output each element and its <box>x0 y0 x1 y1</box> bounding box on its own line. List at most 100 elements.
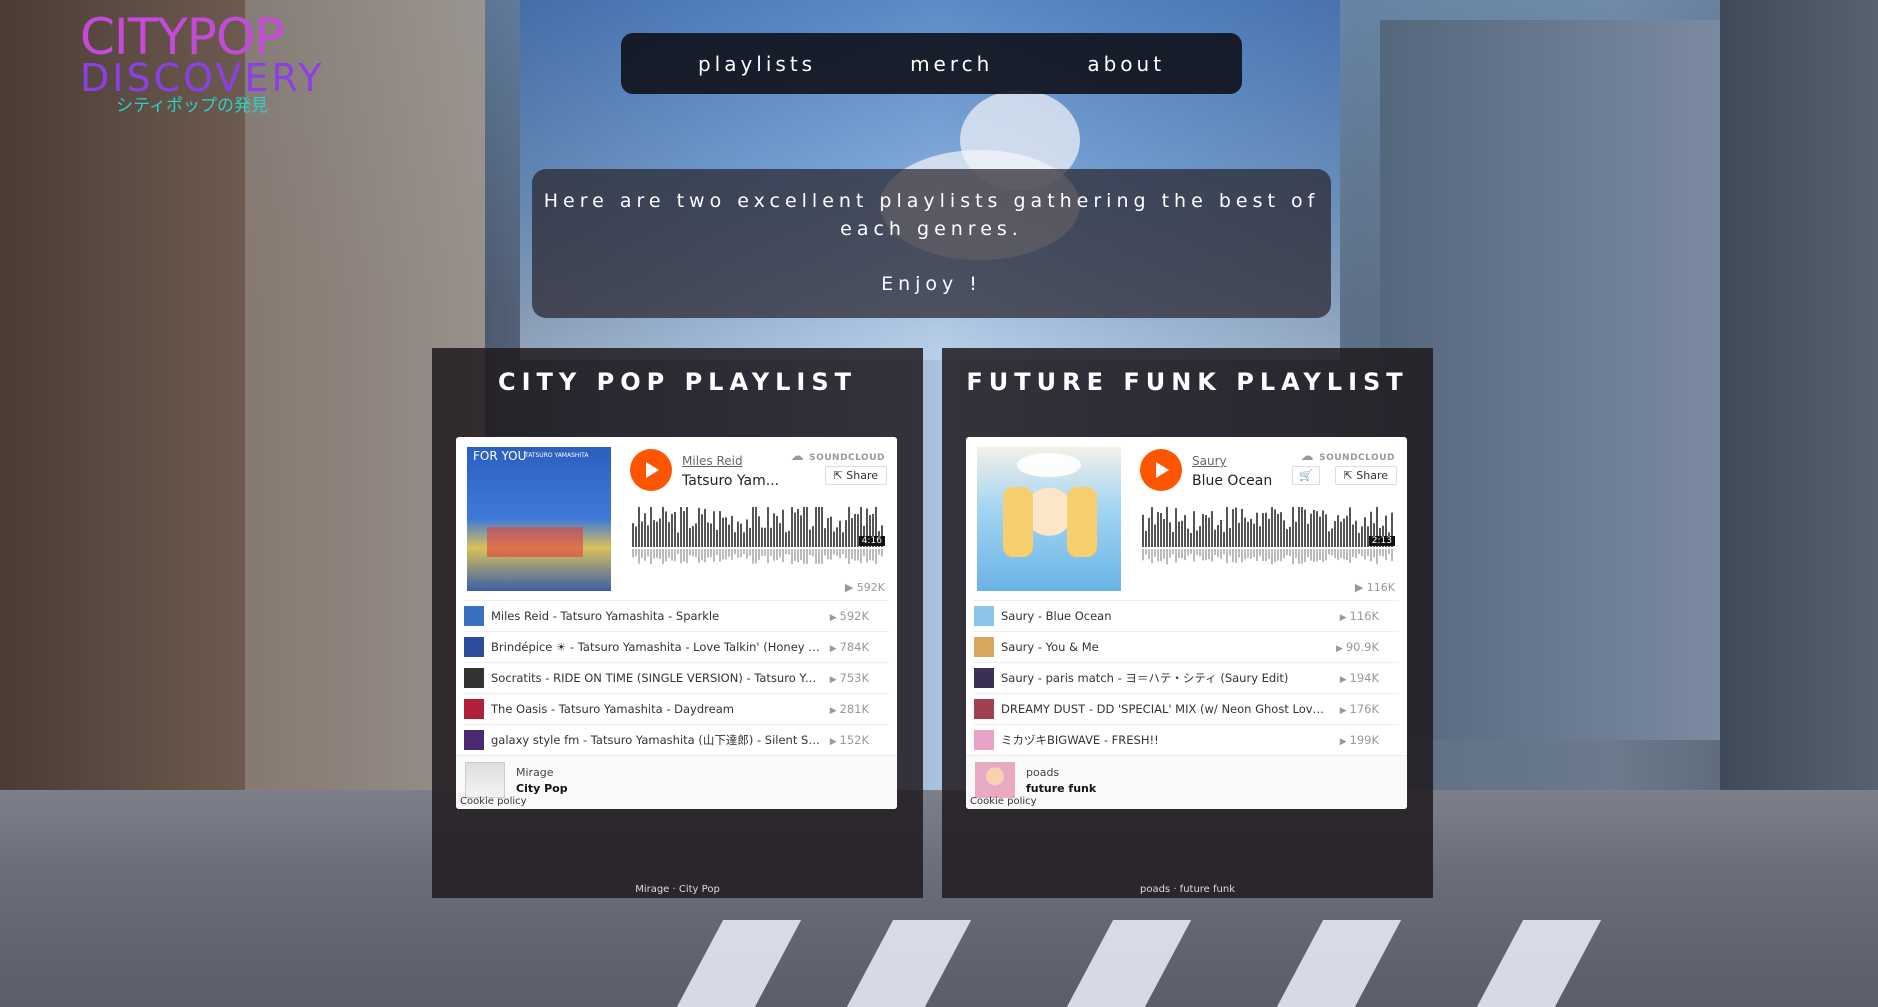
track-row-plays: 753K <box>830 671 870 685</box>
waveform-reflection <box>1301 549 1303 564</box>
waveform-reflection <box>1142 549 1144 561</box>
waveform-bar <box>800 515 802 547</box>
waveform-bar <box>725 517 727 547</box>
track-thumbnail <box>974 606 994 626</box>
waveform-reflection <box>1214 549 1216 556</box>
cart-icon: 🛒 <box>1299 469 1313 482</box>
waveform-reflection <box>1337 549 1339 561</box>
waveform-reflection <box>866 549 868 563</box>
waveform-reflection <box>1208 549 1210 560</box>
panel-footer[interactable]: poads · future funk <box>942 884 1433 898</box>
user-name[interactable]: poads <box>1026 766 1059 779</box>
track-row[interactable]: Saury - You & Me 90.9K <box>974 631 1399 662</box>
waveform-bar <box>788 530 790 547</box>
track-thumbnail <box>974 637 994 657</box>
waveform-reflection <box>854 549 856 561</box>
waveform-bar <box>752 507 754 547</box>
waveform-bar <box>1322 510 1324 547</box>
waveform-bar <box>668 522 670 547</box>
album-art[interactable]: FOR YOU TATSURO YAMASHITA <box>467 447 611 591</box>
track-artist-link[interactable]: Saury <box>1192 454 1227 468</box>
track-row-plays: 281K <box>830 702 870 716</box>
waveform-bar <box>656 521 658 547</box>
waveform-bar <box>1250 518 1252 547</box>
waveform-reflection <box>1145 549 1147 555</box>
track-row[interactable]: DREAMY DUST - DD 'SPECIAL' MIX (w/ Neon … <box>974 693 1399 724</box>
avatar[interactable] <box>975 762 1015 798</box>
waveform-reflection <box>797 549 799 563</box>
soundcloud-logo[interactable]: SOUNDCLOUD <box>1301 449 1395 464</box>
waveform-reflection <box>683 549 685 562</box>
track-play-count: ▶ 592K <box>844 581 885 594</box>
waveform-reflection <box>1307 549 1309 558</box>
waveform-reflection <box>1169 549 1171 558</box>
album-art[interactable] <box>977 447 1121 591</box>
waveform-bar <box>737 521 739 547</box>
avatar[interactable] <box>465 762 505 798</box>
waveform-bar <box>1301 507 1303 547</box>
site-logo[interactable]: CITYPOP DISCOVERY シティポップの発見 <box>80 12 322 116</box>
waveform-reflection <box>719 549 721 562</box>
waveform-bar <box>1361 526 1363 547</box>
track-row[interactable]: Brindépice ☀ - Tatsuro Yamashita - Love … <box>464 631 889 662</box>
nav-merch[interactable]: merch <box>910 52 993 76</box>
waveform-bar <box>1259 526 1261 547</box>
buy-button[interactable]: 🛒 <box>1292 466 1320 485</box>
play-button[interactable] <box>1140 449 1182 491</box>
track-row[interactable]: Saury - paris match - ヨ＝ハテ・シティ (Saury Ed… <box>974 662 1399 693</box>
waveform-reflection <box>1334 549 1336 559</box>
playlist-name[interactable]: City Pop <box>516 782 568 795</box>
waveform-reflection <box>686 549 688 563</box>
waveform-bar <box>1313 510 1315 547</box>
track-thumbnail <box>464 699 484 719</box>
waveform-bar <box>1181 520 1183 547</box>
waveform-reflection <box>1277 549 1279 561</box>
waveform-reflection <box>704 549 706 563</box>
waveform-reflection <box>743 549 745 555</box>
waveform-reflection <box>1265 549 1267 562</box>
waveform-bar <box>1232 509 1234 547</box>
share-button[interactable]: ⇱ Share <box>1334 466 1397 485</box>
waveform-bar <box>659 518 661 547</box>
play-count-icon: ▶ <box>844 581 857 594</box>
waveform-reflection <box>767 549 769 564</box>
playlist-name[interactable]: future funk <box>1026 782 1096 795</box>
track-row-title: DREAMY DUST - DD 'SPECIAL' MIX (w/ Neon … <box>1001 702 1331 716</box>
track-artist-link[interactable]: Miles Reid <box>682 454 743 468</box>
waveform-reflection <box>800 549 802 561</box>
share-button[interactable]: ⇱ Share <box>824 466 887 485</box>
waveform-bar <box>827 518 829 547</box>
waveform-bar <box>1175 508 1177 547</box>
waveform-bar <box>1292 507 1294 547</box>
track-row[interactable]: Socratits - RIDE ON TIME (SINGLE VERSION… <box>464 662 889 693</box>
waveform-bar <box>1334 521 1336 547</box>
track-row[interactable]: ミカヅキBIGWAVE - FRESH!! 199K <box>974 724 1399 755</box>
waveform-bar <box>1349 507 1351 547</box>
cookie-policy-link[interactable]: Cookie policy <box>970 796 1037 807</box>
waveform-bar <box>1211 511 1213 547</box>
track-duration: 4:16 <box>858 536 885 546</box>
panel-footer[interactable]: Mirage · City Pop <box>432 884 923 898</box>
soundcloud-logo[interactable]: SOUNDCLOUD <box>791 449 885 464</box>
play-button[interactable] <box>630 449 672 491</box>
panel-heading: CITY POP PLAYLIST <box>497 368 857 396</box>
waveform-reflection <box>1166 549 1168 565</box>
waveform-reflection <box>1322 549 1324 562</box>
cookie-policy-link[interactable]: Cookie policy <box>460 796 527 807</box>
waveform-reflection <box>1364 549 1366 560</box>
waveform-bar <box>650 507 652 547</box>
track-row[interactable]: Miles Reid - Tatsuro Yamashita - Sparkle… <box>464 600 889 631</box>
track-row[interactable]: galaxy style fm - Tatsuro Yamashita (山下達… <box>464 724 889 755</box>
waveform[interactable] <box>1142 507 1395 567</box>
waveform-reflection <box>1283 549 1285 559</box>
waveform-bar <box>698 507 700 547</box>
waveform-reflection <box>1271 549 1273 565</box>
user-name[interactable]: Mirage <box>516 766 554 779</box>
nav-about[interactable]: about <box>1087 52 1165 76</box>
track-row-plays: 592K <box>830 609 870 623</box>
nav-playlists[interactable]: playlists <box>698 52 816 76</box>
track-row[interactable]: Saury - Blue Ocean 116K <box>974 600 1399 631</box>
waveform-reflection <box>1157 549 1159 562</box>
track-row[interactable]: The Oasis - Tatsuro Yamashita - Daydream… <box>464 693 889 724</box>
waveform[interactable] <box>632 507 885 567</box>
